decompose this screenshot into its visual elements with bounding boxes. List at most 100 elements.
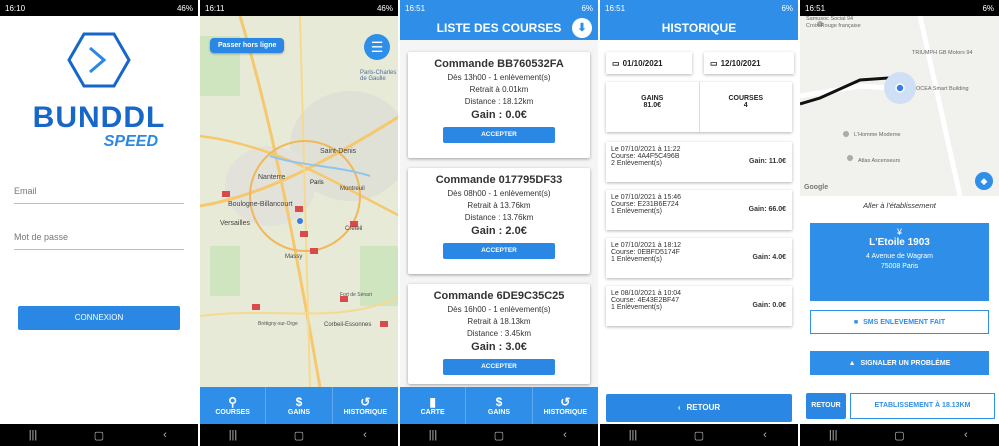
order-gain: Gain : 2.0€: [471, 225, 527, 237]
history-entry[interactable]: Le 07/10/2021 à 11:22 Course: 4A4F5C496B…: [606, 142, 792, 182]
city-map[interactable]: Paris-Charles de Gaulle Nanterre Saint-D…: [200, 16, 398, 387]
menu-icon[interactable]: ☰: [364, 34, 390, 60]
status-time: 16:10: [5, 3, 26, 13]
tab-gains[interactable]: $ GAINS: [466, 387, 533, 424]
map-label: Paris-Charles de Gaulle: [360, 70, 397, 82]
courses-value: 4: [743, 102, 748, 109]
courses-label: COURSES: [728, 95, 764, 102]
order-gain: Gain : 3.0€: [471, 341, 527, 353]
hexagon-logo-icon: [67, 32, 131, 88]
accept-button[interactable]: ACCEPTER: [443, 127, 555, 143]
route-map[interactable]: Samusoc Social 94 Croix-Rouge française …: [800, 16, 999, 196]
tab-gains-label: GAINS: [287, 408, 311, 416]
map-label: Versailles: [220, 220, 250, 227]
order-pickup: Retrait à 18.13km: [467, 317, 531, 326]
tab-courses[interactable]: ⚲ COURSES: [200, 387, 267, 424]
back-icon[interactable]: ‹: [155, 429, 175, 441]
entry-gain: Gain: 11.0€: [749, 158, 786, 165]
map-label: Atlas Ascenseurs: [858, 158, 901, 164]
report-button-label: SIGNALER UN PROBLÈME: [860, 359, 951, 367]
map-label: Boulogne-Billancourt: [228, 201, 293, 208]
back-icon[interactable]: ‹: [956, 429, 976, 441]
order-card: Commande 6DE9C35C25 Dès 16h00 - 1 enlève…: [408, 284, 590, 384]
recent-apps-icon[interactable]: |||: [223, 429, 243, 441]
map-label: Paris: [310, 180, 324, 186]
recent-apps-icon[interactable]: |||: [623, 429, 643, 441]
system-navbar: ||| ▢ ‹: [800, 424, 999, 446]
summary-stats: GAINS 81.0€ COURSES 4: [606, 82, 792, 132]
entry-gain: Gain: 0.0€: [752, 302, 786, 309]
email-field[interactable]: Email: [14, 186, 184, 204]
establishment-address-1: 4 Avenue de Wagram: [866, 253, 933, 260]
back-icon[interactable]: ‹: [755, 429, 775, 441]
home-icon[interactable]: ▢: [689, 429, 709, 442]
map-label: Saint-Denis: [320, 148, 357, 155]
history-icon: ↺: [560, 394, 571, 409]
tab-carte-label: CARTE: [420, 408, 445, 416]
warning-icon: ▲: [848, 359, 856, 367]
route-screen: 16:51 6% Samusoc Social 94 Croix-Rouge f…: [800, 0, 999, 446]
date-to-value: 12/10/2021: [720, 58, 761, 68]
date-to-picker[interactable]: ▭ 12/10/2021: [704, 52, 794, 74]
map-label: Montreuil: [340, 186, 365, 192]
report-problem-button[interactable]: ▲ SIGNALER UN PROBLÈME: [810, 351, 989, 375]
accept-button[interactable]: ACCEPTER: [443, 359, 555, 375]
offline-toggle-button[interactable]: Passer hors ligne: [210, 38, 285, 53]
back-button[interactable]: ‹ RETOUR: [606, 394, 792, 422]
order-distance: Distance : 13.76km: [464, 213, 534, 222]
login-button[interactable]: CONNEXION: [18, 306, 180, 330]
status-bar: 16:51 6%: [600, 0, 798, 16]
tab-gains[interactable]: $ GAINS: [266, 387, 333, 424]
tab-gains-label: GAINS: [487, 408, 511, 416]
tab-historique[interactable]: ↺ HISTORIQUE: [333, 387, 398, 424]
password-field[interactable]: Mot de passe: [14, 232, 184, 250]
back-icon[interactable]: ‹: [555, 429, 575, 441]
establishment-name: L'Etoile 1903: [869, 237, 930, 248]
date-from-value: 01/10/2021: [622, 58, 663, 68]
page-title-bar: LISTE DES COURSES ⬇: [400, 16, 598, 40]
tab-historique[interactable]: ↺ HISTORIQUE: [533, 387, 598, 424]
status-battery: 6%: [781, 3, 793, 13]
map-screen: 16:11 46% Paris-Charles de Gaulle Nanter…: [200, 0, 400, 446]
back-button-label: RETOUR: [686, 403, 721, 412]
establishment-address-2: 75008 Paris: [880, 263, 919, 270]
history-entry[interactable]: Le 07/10/2021 à 18:12 Course: 0EBFD5174F…: [606, 238, 792, 278]
brand-name: BUNDDL: [32, 101, 166, 134]
status-bar: 16:11 46%: [200, 0, 398, 16]
map-label: Croix-Rouge française: [806, 23, 861, 29]
accept-button[interactable]: ACCEPTER: [443, 243, 555, 259]
system-navbar: ||| ▢ ‹: [200, 424, 398, 446]
date-from-picker[interactable]: ▭ 01/10/2021: [606, 52, 692, 74]
tab-carte[interactable]: ▮ CARTE: [400, 387, 467, 424]
home-icon[interactable]: ▢: [89, 429, 109, 442]
order-title: Commande 017795DF33: [435, 174, 563, 186]
back-button[interactable]: RETOUR: [806, 393, 846, 419]
order-time: Dès 08h00 - 1 enlèvement(s): [447, 189, 551, 198]
recent-apps-icon[interactable]: |||: [423, 429, 443, 441]
directions-icon[interactable]: ◆: [975, 172, 993, 190]
home-icon[interactable]: ▢: [289, 429, 309, 442]
page-title: LISTE DES COURSES: [436, 21, 562, 35]
history-entry[interactable]: Le 08/10/2021 à 10:04 Course: 4E43E2BF47…: [606, 286, 792, 326]
gains-label: GAINS: [641, 95, 664, 102]
entry-date: Le 07/10/2021 à 15:46: [611, 194, 682, 201]
status-bar: 16:51 6%: [800, 0, 999, 16]
order-time: Dès 13h00 - 1 enlèvement(s): [447, 73, 551, 82]
recent-apps-icon[interactable]: |||: [823, 429, 843, 441]
order-title: Commande 6DE9C35C25: [433, 290, 565, 302]
status-battery: 6%: [982, 3, 994, 13]
recent-apps-icon[interactable]: |||: [23, 429, 43, 441]
tab-historique-label: HISTORIQUE: [543, 408, 588, 416]
map-icon: ▮: [429, 394, 436, 409]
status-bar: 16:51 6%: [400, 0, 598, 16]
back-icon[interactable]: ‹: [355, 429, 375, 441]
status-battery: 6%: [581, 3, 593, 13]
sms-pickup-button[interactable]: ■ SMS ENLEVEMENT FAIT: [810, 310, 989, 334]
download-icon[interactable]: ⬇: [572, 18, 592, 38]
history-entry[interactable]: Le 07/10/2021 à 15:46 Course: E231B6E724…: [606, 190, 792, 230]
home-icon[interactable]: ▢: [489, 429, 509, 442]
order-distance: Distance : 18.12km: [464, 97, 534, 106]
establishment-distance-button[interactable]: ETABLISSEMENT À 18.13KM: [850, 393, 995, 419]
order-gain: Gain : 0.0€: [471, 109, 527, 121]
home-icon[interactable]: ▢: [889, 429, 909, 442]
